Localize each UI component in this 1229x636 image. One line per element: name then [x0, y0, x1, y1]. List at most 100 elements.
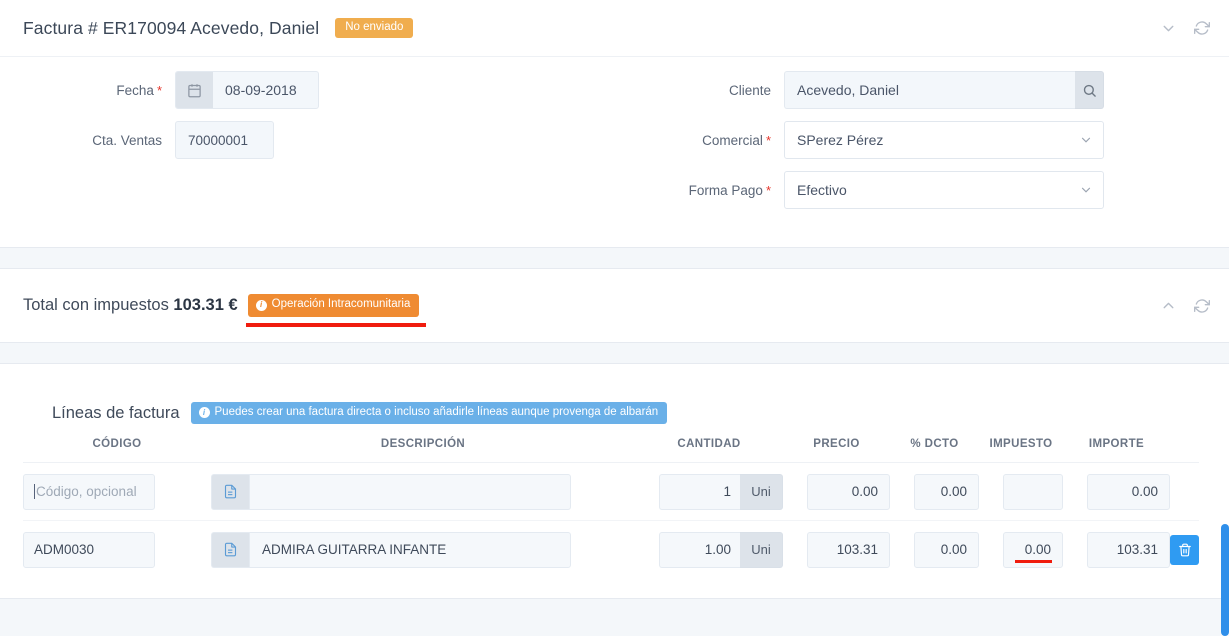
comercial-value: SPerez Pérez [797, 132, 884, 148]
refresh-icon[interactable] [1192, 19, 1211, 38]
forma-pago-label: Forma Pago * [614, 183, 784, 198]
form-column-right: Cliente Acevedo, Daniel Comercial * SPere… [614, 71, 1229, 221]
totals-amount: 103.31 € [173, 296, 238, 314]
table-header-row: CÓDIGO DESCRIPCIÓN CANTIDAD PRECIO % DCT… [23, 432, 1199, 463]
lines-header: Líneas de factura i Puedes crear una fac… [0, 364, 1229, 432]
line-unidad: Uni [740, 531, 783, 568]
document-title-bar: Factura # ER170094 Acevedo, Daniel No en… [0, 0, 1229, 57]
fecha-value: 08-09-2018 [225, 82, 297, 98]
intracomunitaria-badge-label: Operación Intracomunitaria [271, 298, 411, 311]
forma-pago-value: Efectivo [797, 182, 847, 198]
chevron-down-icon [1079, 133, 1093, 147]
col-cantidad: CANTIDAD [635, 432, 783, 463]
cta-ventas-input[interactable]: 70000001 [175, 121, 274, 159]
page-title: Factura # ER170094 Acevedo, Daniel [23, 17, 320, 38]
line-cantidad-input[interactable]: 1.00 [659, 531, 740, 568]
field-fecha: Fecha * 08-09-2018 [0, 71, 614, 109]
line-descripcion-control [211, 473, 571, 510]
line-cantidad-input[interactable]: 1 [659, 473, 740, 510]
chevron-down-icon [1079, 183, 1093, 197]
badge-highlight-underline [246, 323, 426, 327]
fecha-input[interactable]: 08-09-2018 [175, 71, 319, 109]
line-precio-input[interactable]: 103.31 [807, 531, 890, 568]
table-row: Código, opcional 1 Uni 0.00 0.00 0.00 [23, 462, 1199, 521]
header-actions [1159, 19, 1211, 38]
line-codigo-input[interactable]: ADM0030 [23, 531, 155, 568]
totals-panel: Total con impuestos 103.31 € i Operación… [0, 268, 1229, 343]
col-codigo: CÓDIGO [23, 432, 211, 463]
cta-ventas-value: 70000001 [188, 132, 249, 148]
col-importe: IMPORTE [1063, 432, 1170, 463]
line-descripcion-input[interactable] [249, 473, 571, 510]
line-descripcion-control: ADMIRA GUITARRA INFANTE [211, 531, 571, 568]
forma-pago-label-text: Forma Pago [688, 182, 763, 198]
line-impuesto-input[interactable] [1003, 473, 1063, 510]
cliente-control: Acevedo, Daniel [784, 71, 1104, 109]
vertical-scrollbar[interactable] [1221, 524, 1229, 636]
cliente-value: Acevedo, Daniel [797, 82, 899, 98]
info-icon: i [198, 407, 210, 418]
col-impuesto: IMPUESTO [979, 432, 1063, 463]
totals-label-text: Total con impuestos [23, 296, 169, 314]
line-unidad: Uni [740, 473, 783, 510]
form-column-left: Fecha * 08-09-2018 Cta. Ventas 70000001 [0, 71, 614, 221]
col-precio: PRECIO [783, 432, 890, 463]
chevron-down-icon[interactable] [1159, 19, 1178, 38]
line-importe-input[interactable]: 0.00 [1087, 473, 1170, 510]
cliente-input[interactable]: Acevedo, Daniel [784, 71, 1076, 109]
forma-pago-select[interactable]: Efectivo [784, 171, 1104, 209]
chevron-up-icon[interactable] [1159, 296, 1178, 315]
line-dcto-input[interactable]: 0.00 [914, 473, 979, 510]
totals-bar: Total con impuestos 103.31 € i Operación… [0, 269, 1229, 342]
col-actions [1170, 432, 1199, 463]
calendar-icon[interactable] [176, 72, 213, 108]
line-cantidad-control: 1 Uni [659, 473, 783, 510]
col-descripcion: DESCRIPCIÓN [211, 432, 635, 463]
totals-actions [1159, 296, 1211, 315]
lines-hint-badge[interactable]: i Puedes crear una factura directa o inc… [190, 401, 668, 425]
line-impuesto-value: 0.00 [1024, 542, 1051, 558]
required-marker: * [765, 132, 771, 148]
required-marker: * [156, 82, 162, 98]
line-actions [1170, 534, 1199, 565]
invoice-lines-table: CÓDIGO DESCRIPCIÓN CANTIDAD PRECIO % DCT… [23, 432, 1199, 579]
invoice-header-panel: Factura # ER170094 Acevedo, Daniel No en… [0, 0, 1229, 248]
lines-title: Líneas de factura [52, 403, 180, 422]
totals-label: Total con impuestos 103.31 € [23, 296, 238, 315]
cliente-label: Cliente [728, 82, 771, 98]
invoice-form: Fecha * 08-09-2018 Cta. Ventas 70000001 C… [0, 57, 1229, 241]
lines-hint-label: Puedes crear una factura directa o inclu… [214, 405, 659, 418]
line-cantidad-control: 1.00 Uni [659, 531, 783, 568]
refresh-icon[interactable] [1192, 296, 1211, 315]
search-icon[interactable] [1075, 71, 1104, 109]
text-cursor [34, 484, 35, 499]
status-badge: No enviado [335, 17, 414, 39]
cta-ventas-label: Cta. Ventas [92, 132, 162, 148]
line-descripcion-input[interactable]: ADMIRA GUITARRA INFANTE [249, 531, 571, 568]
field-comercial: Comercial * SPerez Pérez [614, 121, 1229, 159]
required-marker: * [765, 182, 771, 198]
fecha-label-text: Fecha [116, 82, 154, 98]
field-cliente: Cliente Acevedo, Daniel [614, 71, 1229, 109]
impuesto-highlight-underline [1015, 559, 1052, 563]
col-dcto: % DCTO [890, 432, 979, 463]
line-impuesto-input[interactable]: 0.00 [1003, 531, 1063, 568]
line-precio-input[interactable]: 0.00 [807, 473, 890, 510]
line-codigo-placeholder: Código, opcional [36, 484, 137, 499]
document-icon[interactable] [211, 531, 249, 568]
info-icon: i [255, 299, 267, 311]
intracomunitaria-badge[interactable]: i Operación Intracomunitaria [247, 294, 420, 317]
comercial-select[interactable]: SPerez Pérez [784, 121, 1104, 159]
field-cta-ventas: Cta. Ventas 70000001 [0, 121, 614, 159]
comercial-label-text: Comercial [702, 132, 763, 148]
trash-icon[interactable] [1170, 534, 1199, 565]
line-importe-input[interactable]: 103.31 [1087, 531, 1170, 568]
table-row: ADM0030 ADMIRA GUITARRA INFANTE 1.00 Uni… [23, 521, 1199, 579]
document-icon[interactable] [211, 473, 249, 510]
comercial-label: Comercial * [614, 133, 784, 148]
line-codigo-input[interactable]: Código, opcional [23, 473, 155, 510]
line-dcto-input[interactable]: 0.00 [914, 531, 979, 568]
invoice-lines-panel: Líneas de factura i Puedes crear una fac… [0, 363, 1229, 599]
fecha-label: Fecha * [0, 83, 175, 98]
field-forma-pago: Forma Pago * Efectivo [614, 171, 1229, 209]
